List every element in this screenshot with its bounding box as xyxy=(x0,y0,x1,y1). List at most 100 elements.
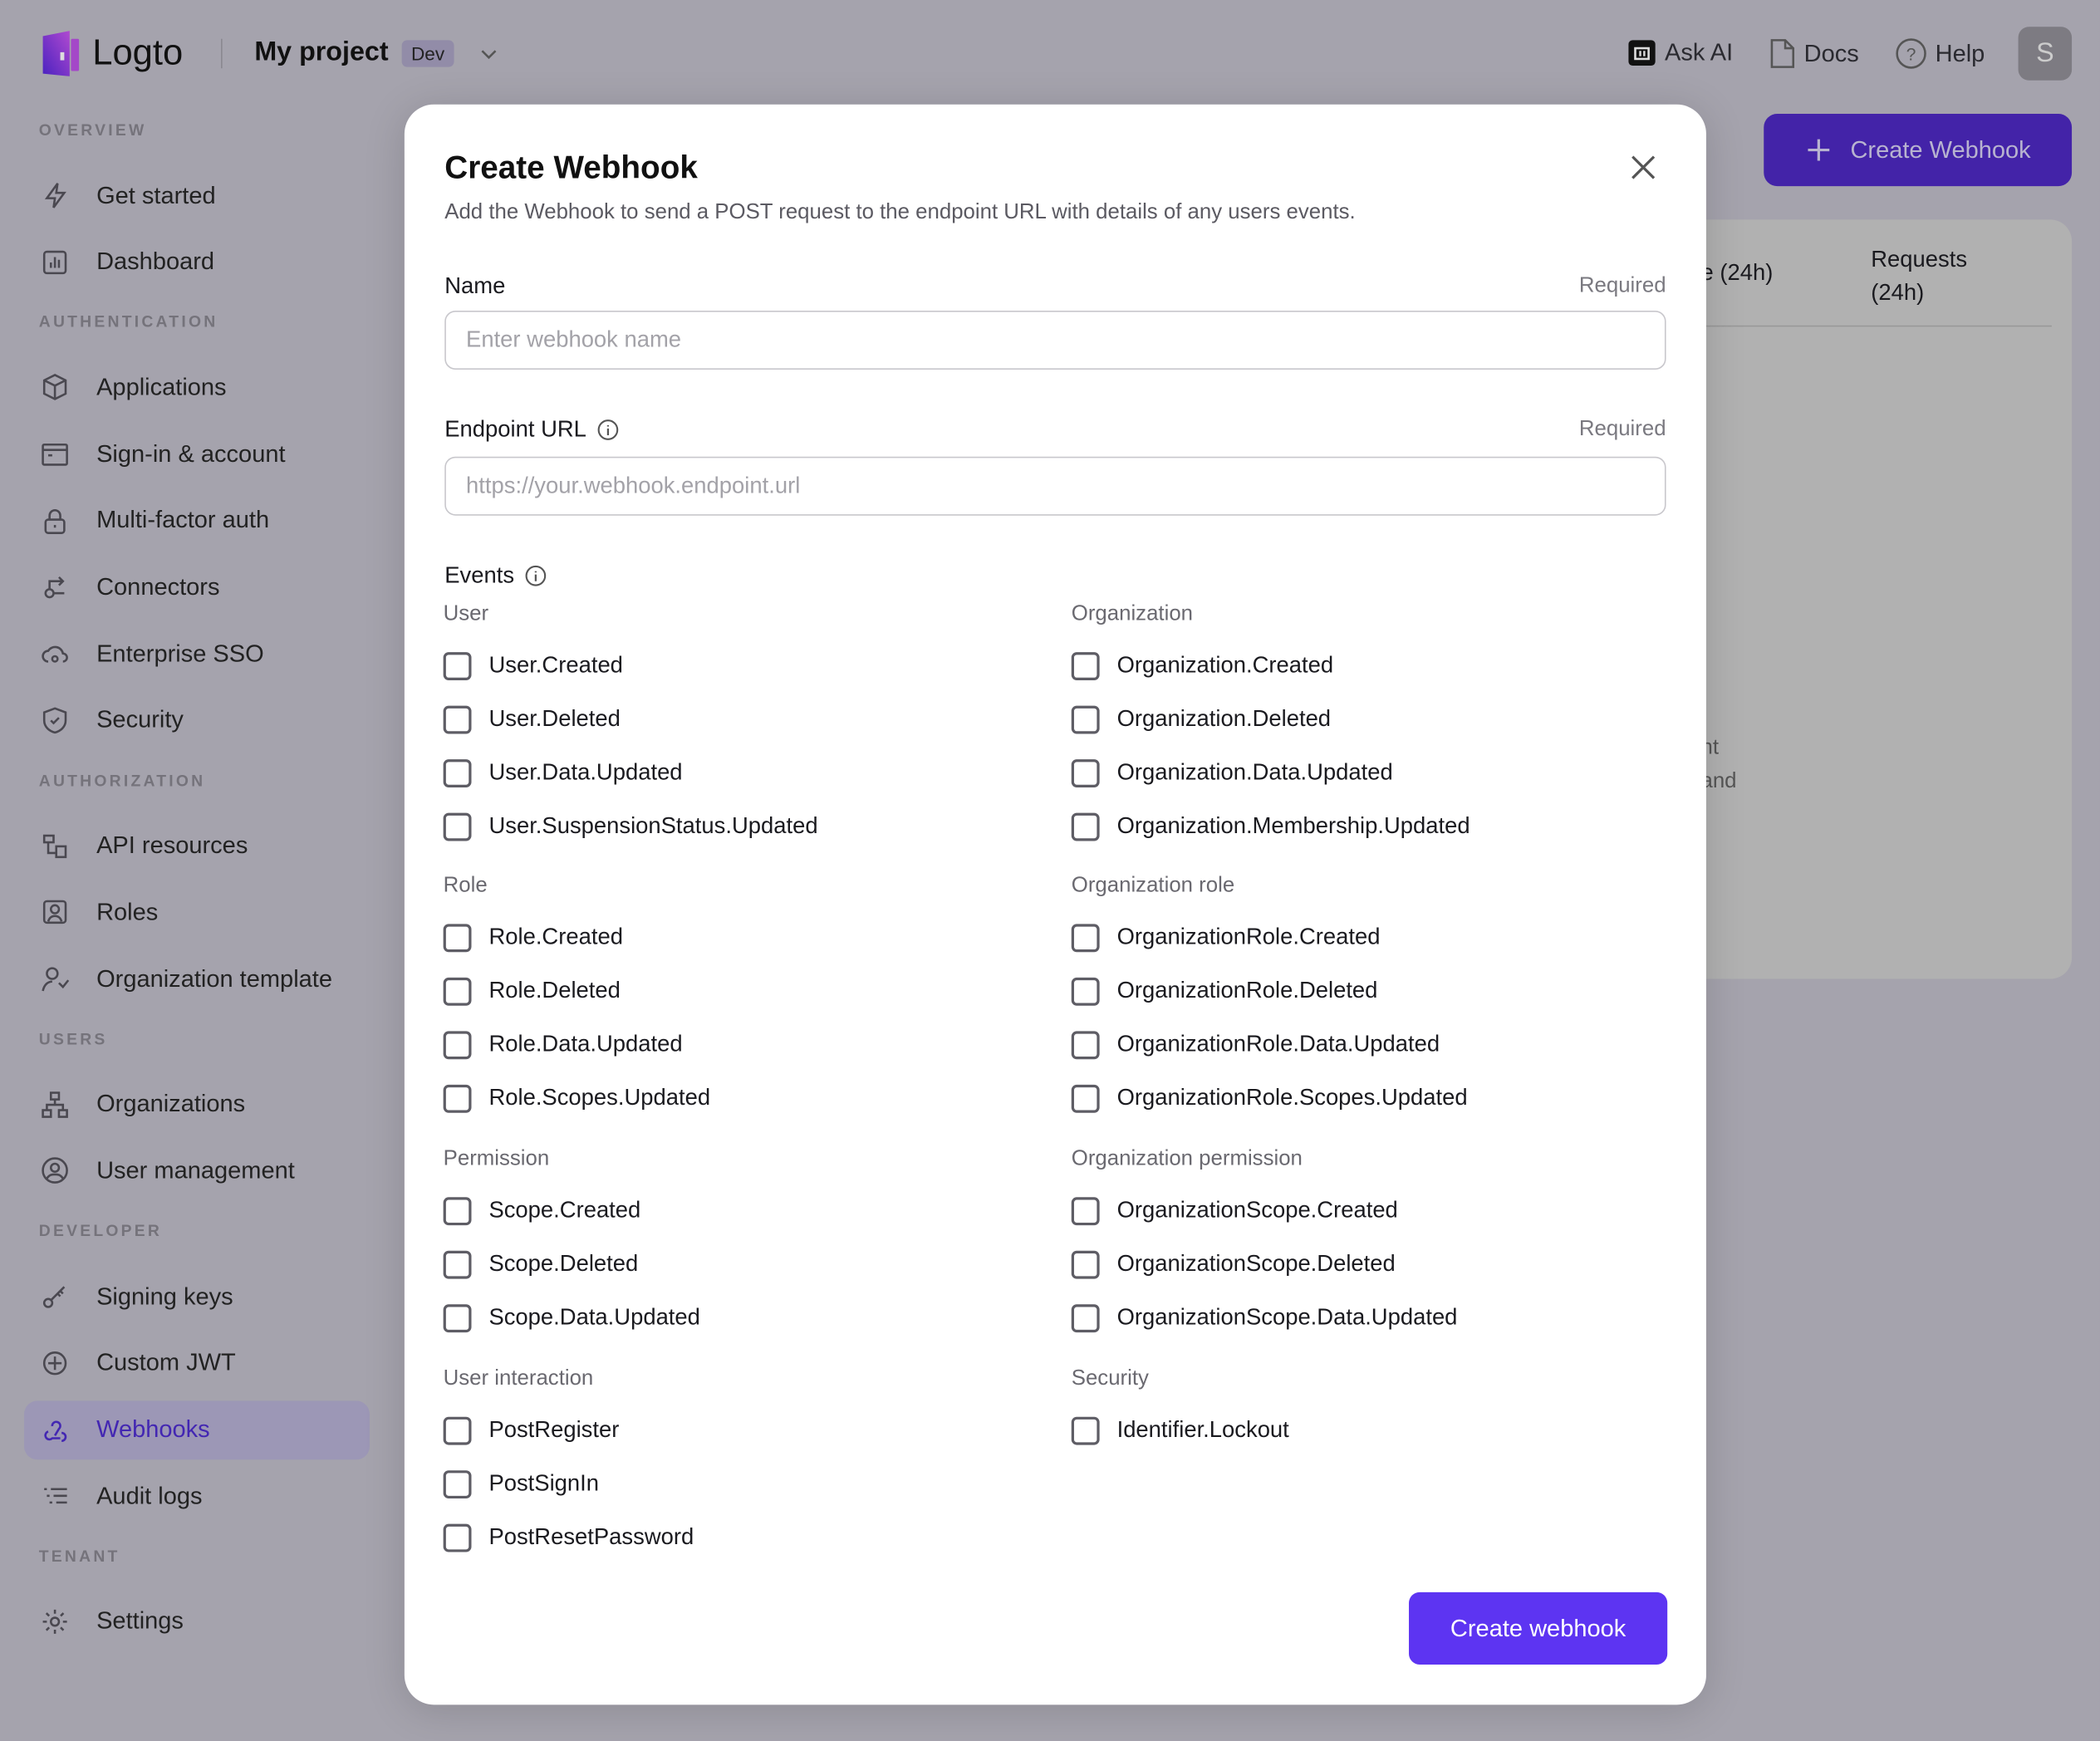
checkbox-icon[interactable] xyxy=(1071,1303,1100,1332)
sidebar-item-settings[interactable]: Settings xyxy=(24,1592,370,1651)
sidebar-item-audit-logs[interactable]: Audit logs xyxy=(24,1467,370,1526)
checkbox-icon[interactable] xyxy=(1071,1415,1100,1444)
event-checkbox[interactable]: Scope.Data.Updated xyxy=(443,1291,700,1344)
checkbox-icon[interactable] xyxy=(1071,704,1100,733)
create-webhook-submit-button[interactable]: Create webhook xyxy=(1409,1591,1668,1665)
sidebar-item-label: User management xyxy=(96,1156,295,1184)
sidebar-item-custom-jwt[interactable]: Custom JWT xyxy=(24,1333,370,1392)
event-checkbox[interactable]: Identifier.Lockout xyxy=(1071,1404,1289,1457)
sidebar-item-applications[interactable]: Applications xyxy=(24,358,370,417)
event-checkbox[interactable]: User.SuspensionStatus.Updated xyxy=(443,799,818,852)
project-switcher[interactable]: My project Dev xyxy=(254,37,499,68)
event-checkbox[interactable]: Scope.Created xyxy=(443,1184,700,1237)
sidebar-item-connectors[interactable]: Connectors xyxy=(24,557,370,616)
sidebar-item-api-resources[interactable]: API resources xyxy=(24,817,370,875)
checkbox-icon[interactable] xyxy=(1071,1030,1100,1059)
docs-link[interactable]: Docs xyxy=(1769,37,1859,70)
event-checkbox[interactable]: User.Deleted xyxy=(443,693,818,746)
checkbox-icon[interactable] xyxy=(443,977,472,1005)
sidebar-item-webhooks[interactable]: Webhooks xyxy=(24,1400,370,1459)
event-checkbox[interactable]: OrganizationRole.Deleted xyxy=(1071,964,1468,1018)
event-checkbox[interactable]: Role.Created xyxy=(443,910,710,964)
user-circle-icon xyxy=(42,1157,68,1184)
close-icon[interactable] xyxy=(1628,153,1657,182)
event-checkbox[interactable]: Role.Scopes.Updated xyxy=(443,1072,710,1125)
checkbox-icon[interactable] xyxy=(443,651,472,680)
event-checkbox[interactable]: OrganizationScope.Data.Updated xyxy=(1071,1291,1457,1344)
gear-icon xyxy=(42,1609,67,1634)
checkbox-icon[interactable] xyxy=(1071,758,1100,787)
divider xyxy=(221,38,223,69)
ask-ai-button[interactable]: Ask AI xyxy=(1627,37,1733,66)
event-checkbox[interactable]: Scope.Deleted xyxy=(443,1238,700,1291)
sidebar-item-get-started[interactable]: Get started xyxy=(24,166,370,225)
sidebar-item-security[interactable]: Security xyxy=(24,691,370,750)
sidebar-item-organizations[interactable]: Organizations xyxy=(24,1075,370,1134)
checkbox-icon[interactable] xyxy=(1071,1196,1100,1225)
sidebar-item-dashboard[interactable]: Dashboard xyxy=(24,233,370,292)
event-checkbox[interactable]: PostSignIn xyxy=(443,1457,694,1510)
event-group-title: Organization xyxy=(1071,602,1194,625)
sidebar-section-heading: AUTHORIZATION xyxy=(38,770,206,790)
event-checkbox[interactable]: Organization.Membership.Updated xyxy=(1071,799,1470,852)
checkbox-icon[interactable] xyxy=(1071,812,1100,841)
event-checkbox[interactable]: Organization.Deleted xyxy=(1071,693,1470,746)
browser-icon xyxy=(42,444,68,466)
info-icon[interactable] xyxy=(597,419,619,441)
sidebar-item-roles[interactable]: Roles xyxy=(24,883,370,942)
checkbox-icon[interactable] xyxy=(443,1196,472,1225)
sidebar-item-label: Custom JWT xyxy=(96,1348,236,1376)
checkbox-icon[interactable] xyxy=(443,1523,472,1552)
checkbox-icon[interactable] xyxy=(1071,923,1100,952)
sidebar-item-organization-template[interactable]: Organization template xyxy=(24,949,370,1008)
event-checkbox[interactable]: User.Created xyxy=(443,639,818,692)
checkbox-icon[interactable] xyxy=(443,758,472,787)
connector-icon xyxy=(44,576,65,598)
event-checkbox[interactable]: PostRegister xyxy=(443,1404,694,1457)
event-checkbox[interactable]: User.Data.Updated xyxy=(443,746,818,799)
checkbox-icon[interactable] xyxy=(443,923,472,952)
checkbox-icon[interactable] xyxy=(443,812,472,841)
sidebar-section-heading: TENANT xyxy=(38,1546,120,1566)
event-checkbox[interactable]: OrganizationScope.Deleted xyxy=(1071,1238,1458,1291)
event-checkbox[interactable]: PostResetPassword xyxy=(443,1511,694,1564)
name-input[interactable] xyxy=(444,311,1666,370)
event-checkbox[interactable]: OrganizationScope.Created xyxy=(1071,1184,1458,1237)
checkbox-icon[interactable] xyxy=(443,1303,472,1332)
checkbox-icon[interactable] xyxy=(443,1469,472,1498)
sidebar-item-sign-in-account[interactable]: Sign-in & account xyxy=(24,424,370,483)
checkbox-icon[interactable] xyxy=(1071,1084,1100,1112)
shield-icon xyxy=(42,707,67,734)
create-webhook-background-button[interactable]: Create Webhook xyxy=(1764,114,2073,187)
checkbox-icon[interactable] xyxy=(1071,977,1100,1005)
event-label: User.Deleted xyxy=(488,705,621,732)
checkbox-icon[interactable] xyxy=(443,1249,472,1278)
event-checkbox[interactable]: Role.Deleted xyxy=(443,964,710,1018)
help-button[interactable]: ? Help xyxy=(1895,37,1985,70)
event-label: OrganizationRole.Deleted xyxy=(1116,977,1378,1003)
sidebar-item-signing-keys[interactable]: Signing keys xyxy=(24,1267,370,1326)
avatar[interactable]: S xyxy=(2018,27,2073,81)
info-icon[interactable] xyxy=(525,565,547,586)
checkbox-icon[interactable] xyxy=(1071,651,1100,680)
endpoint-url-input[interactable] xyxy=(444,456,1666,516)
column-header-requests: Requests (24h) xyxy=(1871,243,1967,310)
event-checkbox[interactable]: OrganizationRole.Data.Updated xyxy=(1071,1018,1468,1071)
name-required: Required xyxy=(1578,274,1666,297)
checkbox-icon[interactable] xyxy=(1071,1249,1100,1278)
checkbox-icon[interactable] xyxy=(443,1415,472,1444)
event-checkbox[interactable]: OrganizationRole.Created xyxy=(1071,910,1468,964)
event-checkbox[interactable]: OrganizationRole.Scopes.Updated xyxy=(1071,1072,1468,1125)
event-checkbox[interactable]: Role.Data.Updated xyxy=(443,1018,710,1071)
column-header-success-rate: e (24h) xyxy=(1700,259,1774,286)
event-checkbox[interactable]: Organization.Created xyxy=(1071,639,1470,692)
checkbox-icon[interactable] xyxy=(443,1084,472,1112)
sidebar-item-user-management[interactable]: User management xyxy=(24,1141,370,1200)
checkbox-icon[interactable] xyxy=(443,1030,472,1059)
cloud-icon xyxy=(42,645,68,664)
sidebar-item-enterprise-sso[interactable]: Enterprise SSO xyxy=(24,625,370,684)
event-checkbox[interactable]: Organization.Data.Updated xyxy=(1071,746,1470,799)
svg-text:?: ? xyxy=(1906,46,1916,65)
sidebar-item-multi-factor-auth[interactable]: Multi-factor auth xyxy=(24,491,370,550)
checkbox-icon[interactable] xyxy=(443,704,472,733)
